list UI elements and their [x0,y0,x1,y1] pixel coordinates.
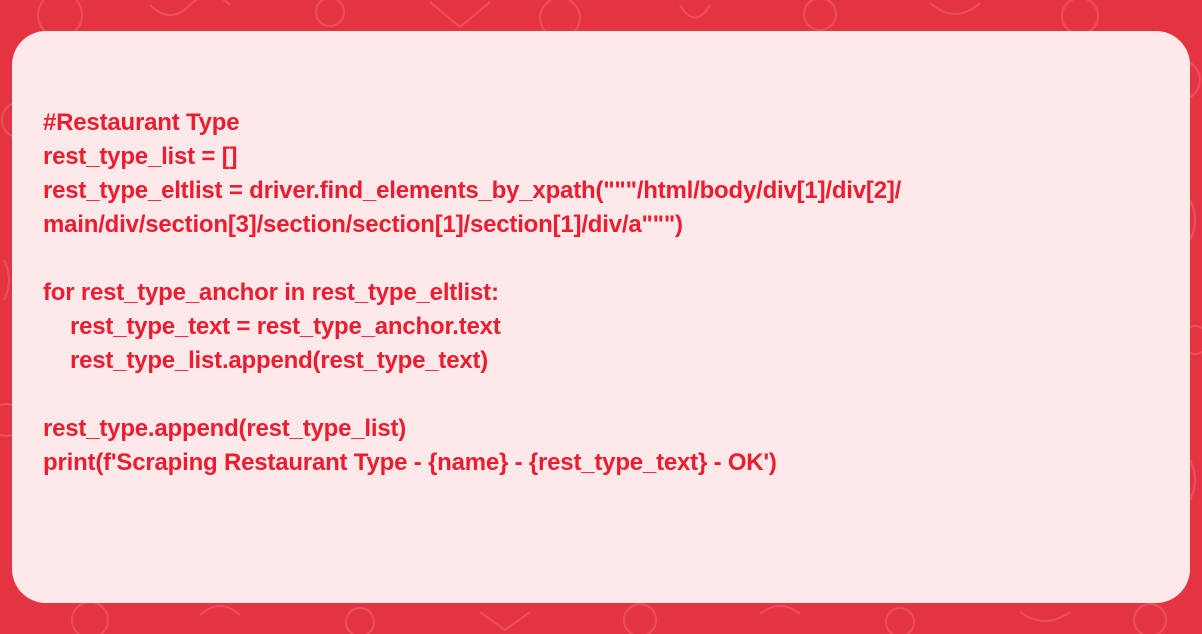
code-line: print(f'Scraping Restaurant Type - {name… [43,449,777,476]
code-line-indented: rest_type_list.append(rest_type_text) [70,347,489,374]
code-line: rest_type.append(rest_type_list) [43,415,407,442]
code-line: rest_type_eltlist = driver.find_elements… [43,177,902,204]
code-card: #Restaurant Type rest_type_list = [] rest_… [12,31,1190,603]
code-line: for rest_type_anchor in rest_type_eltlis… [43,279,499,306]
code-line-indented: rest_type_text = rest_type_anchor.text [70,313,501,340]
code-line-comment: #Restaurant Type [43,109,240,136]
code-block: #Restaurant Type rest_type_list = [] rest_… [43,106,901,480]
code-line: rest_type_list = [] [43,143,238,170]
code-line: main/div/section[3]/section/section[1]/s… [43,211,683,238]
